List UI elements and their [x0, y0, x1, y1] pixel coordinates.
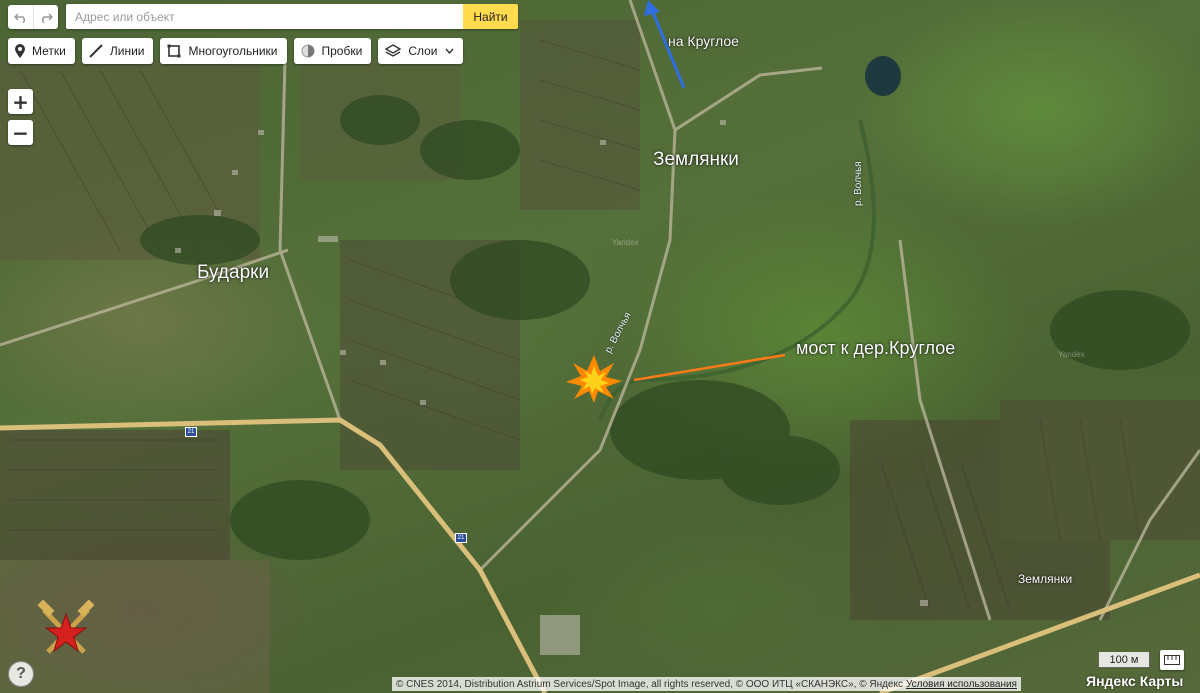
- scale-control: 100 м: [1098, 650, 1184, 670]
- map-terrain: [0, 0, 1200, 693]
- undo-button[interactable]: [8, 5, 33, 29]
- direction-label-krugloe: на Круглое: [668, 33, 739, 49]
- village-label-zemlyanki-small: Землянки: [1018, 572, 1073, 586]
- zoom-out-button[interactable]: −: [8, 120, 33, 145]
- undo-icon: [13, 13, 25, 23]
- river-label-volchya-east: р. Волчья: [853, 161, 864, 206]
- zoom-in-button[interactable]: +: [8, 89, 33, 114]
- village-label-zemlyanki: Землянки: [653, 149, 739, 170]
- redo-button[interactable]: [33, 5, 58, 29]
- ruler-button[interactable]: [1160, 650, 1184, 670]
- layers-label: Слои: [408, 44, 438, 58]
- zoom-controls: + −: [8, 89, 33, 145]
- copyright-bar: © CNES 2014, Distribution Astrium Servic…: [392, 677, 1021, 691]
- search-input[interactable]: [66, 4, 463, 29]
- search-bar: Найти: [66, 4, 518, 29]
- layers-button[interactable]: Слои: [378, 38, 463, 64]
- satellite-map[interactable]: Землянки Бударки мост к дер.Круглое на К…: [0, 0, 1200, 693]
- yandex-maps-logo[interactable]: Яндекс Карты: [1086, 673, 1183, 689]
- terms-link[interactable]: Условия использования: [906, 679, 1017, 690]
- polygon-icon: [167, 44, 181, 58]
- polygons-button[interactable]: Многоугольники: [160, 38, 287, 64]
- polygons-label: Многоугольники: [188, 44, 278, 58]
- traffic-icon: [301, 44, 314, 58]
- road-number-badge: 21: [455, 533, 467, 543]
- placemarks-label: Метки: [32, 44, 66, 58]
- help-button[interactable]: ?: [8, 661, 34, 687]
- search-button[interactable]: Найти: [463, 4, 518, 29]
- bridge-annotation-label: мост к дер.Круглое: [796, 338, 956, 358]
- redo-icon: [41, 13, 53, 23]
- line-icon: [89, 44, 103, 58]
- layers-icon: [385, 44, 402, 57]
- map-watermark: Yandex: [1058, 350, 1085, 359]
- placemark-icon: [15, 44, 25, 58]
- lines-button[interactable]: Линии: [81, 38, 154, 64]
- road-number-badge: 21: [185, 427, 197, 437]
- map-watermark: Yandex: [612, 238, 639, 247]
- scale-bar: 100 м: [1098, 652, 1150, 668]
- village-label-budarki: Бударки: [197, 262, 270, 283]
- traffic-button[interactable]: Пробки: [293, 38, 372, 64]
- chevron-down-icon: [444, 48, 454, 54]
- undo-redo-group: [8, 5, 58, 29]
- ruler-icon: [1164, 655, 1180, 665]
- history-controls: [8, 5, 58, 29]
- hammer-emblem-icon: [37, 600, 95, 654]
- placemarks-button[interactable]: Метки: [8, 38, 75, 64]
- map-tools-toolbar: Метки Линии Многоугольники Пробки Слои: [8, 38, 463, 64]
- copyright-text: © CNES 2014, Distribution Astrium Servic…: [396, 678, 903, 690]
- traffic-label: Пробки: [321, 44, 363, 58]
- lines-label: Линии: [109, 44, 145, 58]
